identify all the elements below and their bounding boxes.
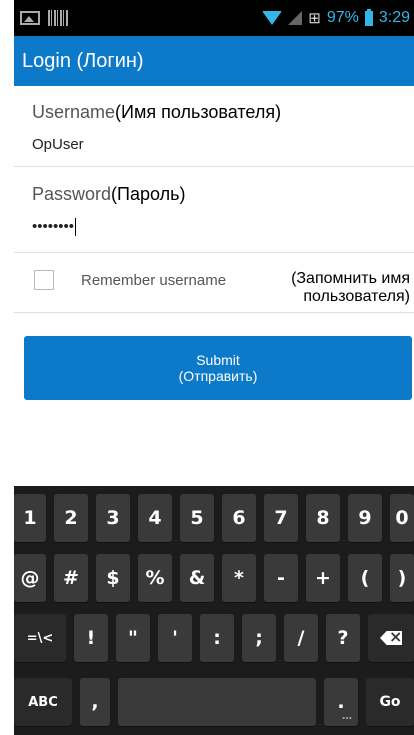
password-input[interactable]: •••••••• bbox=[32, 218, 77, 237]
battery-icon bbox=[364, 8, 373, 26]
password-label-ru: (Пароль) bbox=[111, 184, 186, 204]
title-bar: Login (Логин) bbox=[14, 36, 414, 86]
key-open-paren[interactable]: ( bbox=[348, 554, 382, 602]
remember-checkbox[interactable] bbox=[34, 270, 54, 290]
login-form: Username(Имя пользователя) OpUser Passwo… bbox=[14, 86, 414, 486]
key-asterisk[interactable]: * bbox=[222, 554, 256, 602]
text-cursor bbox=[75, 218, 77, 237]
key-more-symbols[interactable]: =\< bbox=[14, 614, 66, 662]
remember-label-ru: (Запомнить имя пользователя) bbox=[291, 270, 410, 305]
key-9[interactable]: 9 bbox=[348, 494, 382, 542]
key-colon[interactable]: : bbox=[200, 614, 234, 662]
key-percent[interactable]: % bbox=[138, 554, 172, 602]
key-slash[interactable]: / bbox=[284, 614, 318, 662]
screen-edge bbox=[0, 0, 14, 735]
password-label: Password(Пароль) bbox=[32, 184, 185, 205]
username-input[interactable]: OpUser bbox=[32, 136, 84, 153]
key-minus[interactable]: - bbox=[264, 554, 298, 602]
barcode-icon bbox=[48, 10, 68, 26]
status-bar: ⊞ 97% 3:29 bbox=[14, 0, 414, 36]
password-value: •••••••• bbox=[32, 218, 75, 235]
wifi-icon bbox=[262, 11, 283, 25]
remember-label[interactable]: Remember username bbox=[81, 272, 226, 289]
key-question[interactable]: ? bbox=[326, 614, 360, 662]
submit-button[interactable]: Submit (Отправить) bbox=[24, 336, 412, 400]
divider bbox=[14, 312, 414, 313]
divider bbox=[14, 166, 414, 167]
key-period-label: . bbox=[337, 691, 345, 713]
key-semicolon[interactable]: ; bbox=[242, 614, 276, 662]
signal-icon bbox=[288, 11, 303, 25]
page-title: Login (Логин) bbox=[22, 49, 144, 72]
key-hash[interactable]: # bbox=[54, 554, 88, 602]
key-double-quote[interactable]: " bbox=[116, 614, 150, 662]
key-single-quote[interactable]: ' bbox=[158, 614, 192, 662]
key-5[interactable]: 5 bbox=[180, 494, 214, 542]
key-6[interactable]: 6 bbox=[222, 494, 256, 542]
key-4[interactable]: 4 bbox=[138, 494, 172, 542]
key-abc[interactable]: ABC bbox=[14, 678, 72, 726]
go-key[interactable]: Go bbox=[366, 678, 414, 726]
key-period-hint: … bbox=[342, 711, 352, 722]
key-exclamation[interactable]: ! bbox=[74, 614, 108, 662]
divider bbox=[14, 252, 414, 253]
key-period[interactable]: . … bbox=[324, 678, 358, 726]
key-8[interactable]: 8 bbox=[306, 494, 340, 542]
image-icon bbox=[20, 11, 40, 25]
key-at[interactable]: @ bbox=[14, 554, 46, 602]
username-label-ru: (Имя пользователя) bbox=[115, 102, 282, 122]
key-0[interactable]: 0 bbox=[390, 494, 414, 542]
key-close-paren[interactable]: ) bbox=[390, 554, 414, 602]
key-7[interactable]: 7 bbox=[264, 494, 298, 542]
keyboard: 1 2 3 4 5 6 7 8 9 0 @ # $ % & * - + ( ) … bbox=[14, 486, 414, 735]
key-dollar[interactable]: $ bbox=[96, 554, 130, 602]
key-ampersand[interactable]: & bbox=[180, 554, 214, 602]
password-label-en: Password bbox=[32, 184, 112, 204]
username-label: Username(Имя пользователя) bbox=[32, 102, 281, 123]
space-key[interactable] bbox=[118, 678, 316, 726]
clock: 3:29 bbox=[378, 9, 410, 26]
battery-percent: 97% bbox=[326, 9, 359, 26]
network-icon: ⊞ bbox=[308, 10, 321, 27]
key-2[interactable]: 2 bbox=[54, 494, 88, 542]
phone-screen: ⊞ 97% 3:29 Login (Логин) Username(Имя по… bbox=[0, 0, 414, 735]
backspace-key[interactable] bbox=[368, 614, 414, 662]
key-plus[interactable]: + bbox=[306, 554, 340, 602]
key-3[interactable]: 3 bbox=[96, 494, 130, 542]
submit-label-ru: (Отправить) bbox=[178, 368, 258, 384]
key-1[interactable]: 1 bbox=[14, 494, 46, 542]
backspace-icon bbox=[380, 631, 402, 645]
key-comma[interactable]: , bbox=[80, 678, 110, 726]
submit-label: Submit bbox=[196, 352, 240, 368]
username-label-en: Username bbox=[32, 102, 116, 122]
